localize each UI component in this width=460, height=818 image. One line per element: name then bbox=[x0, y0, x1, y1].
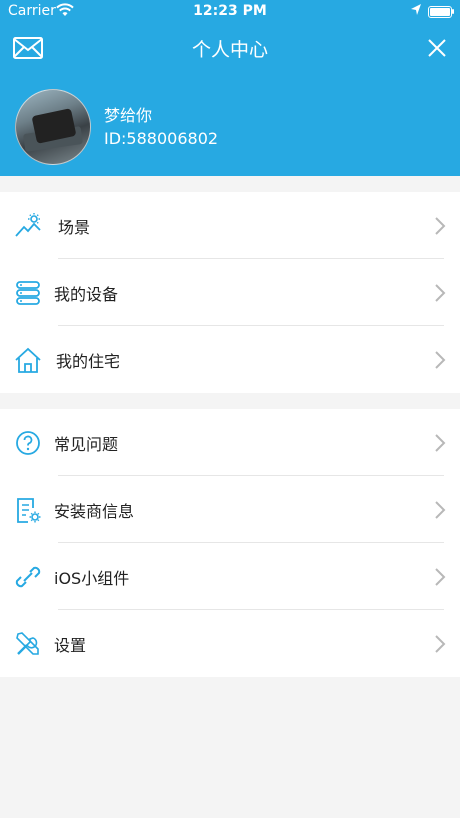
menu-item-my-home[interactable]: 我的住宅 bbox=[0, 326, 460, 393]
menu-item-label: 我的设备 bbox=[54, 285, 119, 304]
menu-item-scene[interactable]: 场景 bbox=[0, 192, 460, 259]
location-arrow-icon bbox=[410, 3, 422, 21]
devices-icon bbox=[16, 281, 40, 305]
menu-item-label: 常见问题 bbox=[54, 435, 119, 454]
chevron-right-icon bbox=[435, 351, 446, 369]
battery-icon bbox=[428, 6, 452, 18]
chevron-right-icon bbox=[435, 635, 446, 653]
tools-icon bbox=[16, 632, 39, 655]
chevron-right-icon bbox=[435, 501, 446, 519]
menu-item-label: 场景 bbox=[58, 218, 91, 237]
user-id: ID:588006802 bbox=[104, 129, 219, 148]
menu-item-label: 设置 bbox=[54, 636, 87, 655]
user-name: 梦给你 bbox=[104, 106, 153, 125]
menu-item-faq[interactable]: 常见问题 bbox=[0, 409, 460, 476]
menu-item-installer-info[interactable]: 安装商信息 bbox=[0, 476, 460, 543]
link-icon bbox=[15, 566, 41, 588]
clock: 12:23 PM bbox=[193, 3, 267, 19]
menu-item-label: 安装商信息 bbox=[54, 502, 135, 521]
scene-icon bbox=[15, 213, 41, 237]
avatar[interactable] bbox=[15, 89, 91, 165]
chevron-right-icon bbox=[435, 284, 446, 302]
menu-item-label: 我的住宅 bbox=[56, 352, 121, 371]
question-icon bbox=[16, 431, 40, 455]
menu-group-primary: 场景 我的设备 我的住宅 bbox=[0, 192, 460, 393]
chevron-right-icon bbox=[435, 217, 446, 235]
close-button[interactable] bbox=[424, 35, 450, 61]
navigation-bar: 个人中心 bbox=[0, 28, 460, 68]
battery-tip bbox=[452, 9, 454, 14]
home-icon bbox=[15, 347, 41, 373]
installer-info-icon bbox=[17, 498, 41, 523]
menu-group-secondary: 常见问题 安装商信息 iOS小组件 设置 bbox=[0, 409, 460, 677]
menu-item-label: iOS小组件 bbox=[54, 569, 130, 588]
chevron-right-icon bbox=[435, 434, 446, 452]
status-bar: Carrier 12:23 PM bbox=[0, 0, 460, 24]
close-icon bbox=[428, 39, 446, 57]
menu-item-my-devices[interactable]: 我的设备 bbox=[0, 259, 460, 326]
profile-header: Carrier 12:23 PM 个人中心 梦给你 ID:588006802 bbox=[0, 0, 460, 176]
chevron-right-icon bbox=[435, 568, 446, 586]
page-title: 个人中心 bbox=[191, 39, 268, 61]
menu-item-ios-widget[interactable]: iOS小组件 bbox=[0, 543, 460, 610]
menu-item-settings[interactable]: 设置 bbox=[0, 610, 460, 677]
